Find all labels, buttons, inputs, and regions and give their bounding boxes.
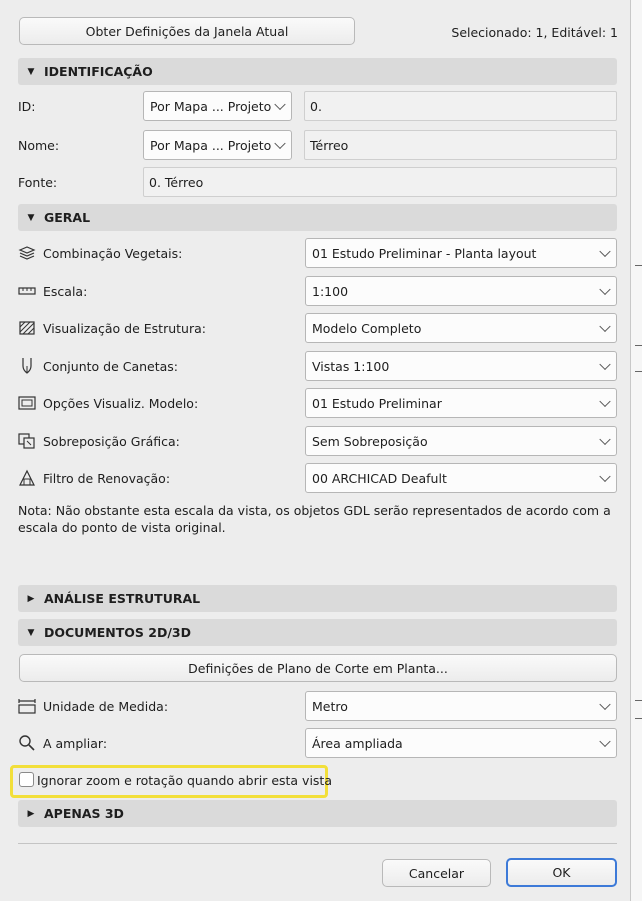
layer-combination-icon — [17, 243, 37, 263]
graphic-override-icon — [17, 431, 37, 451]
name-field[interactable]: Térreo — [304, 130, 617, 160]
magnifier-icon — [17, 733, 37, 753]
source-value: 0. Térreo — [149, 174, 204, 190]
name-value: Térreo — [310, 137, 349, 153]
source-label: Fonte: — [18, 175, 58, 190]
structure-display-label: Visualização de Estrutura: — [43, 321, 206, 336]
section-apenas-3d[interactable]: ▶ APENAS 3D — [18, 800, 617, 827]
graphic-override-select[interactable]: Sem Sobreposição — [305, 426, 617, 456]
renovation-filter-select[interactable]: 00 ARCHICAD Deafult — [305, 463, 617, 493]
model-view-options-select[interactable]: 01 Estudo Preliminar — [305, 388, 617, 418]
id-label: ID: — [18, 99, 36, 114]
chevron-down-icon — [599, 433, 611, 446]
name-mode-value: Por Mapa ... Projeto — [150, 137, 272, 153]
scale-select[interactable]: 1:100 — [305, 276, 617, 306]
renovation-filter-icon — [17, 468, 37, 488]
collapsed-triangle-icon: ▶ — [27, 593, 35, 604]
chevron-down-icon — [599, 283, 611, 296]
pen-set-label: Conjunto de Canetas: — [43, 359, 179, 374]
chevron-down-icon — [274, 137, 286, 150]
renovation-filter-value: 00 ARCHICAD Deafult — [312, 470, 447, 486]
section-title: IDENTIFICAÇÃO — [44, 64, 153, 79]
expanded-triangle-icon: ▼ — [27, 627, 35, 638]
chevron-down-icon — [599, 245, 611, 258]
chevron-down-icon — [274, 98, 286, 111]
layer-combination-value: 01 Estudo Preliminar - Planta layout — [312, 245, 537, 261]
name-mode-select[interactable]: Por Mapa ... Projeto — [143, 130, 292, 160]
cut-plane-settings-button[interactable]: Definições de Plano de Corte em Planta..… — [19, 654, 617, 682]
model-view-options-value: 01 Estudo Preliminar — [312, 395, 442, 411]
pen-set-select[interactable]: Vistas 1:100 — [305, 351, 617, 381]
zoom-value: Área ampliada — [312, 735, 403, 751]
renovation-filter-label: Filtro de Renovação: — [43, 471, 171, 486]
chevron-down-icon — [599, 395, 611, 408]
chevron-down-icon — [599, 735, 611, 748]
graphic-override-label: Sobreposição Gráfica: — [43, 434, 180, 449]
model-view-options-label: Opções Visualiz. Modelo: — [43, 396, 199, 411]
structure-display-value: Modelo Completo — [312, 320, 422, 336]
unit-select[interactable]: Metro — [305, 691, 617, 721]
section-title: APENAS 3D — [44, 806, 124, 821]
name-label: Nome: — [18, 138, 60, 153]
ok-button[interactable]: OK — [506, 858, 617, 887]
pen-set-icon — [17, 356, 37, 376]
id-mode-select[interactable]: Por Mapa ... Projeto — [143, 91, 292, 121]
section-title: ANÁLISE ESTRUTURAL — [44, 591, 201, 606]
chevron-down-icon — [599, 358, 611, 371]
graphic-override-value: Sem Sobreposição — [312, 433, 428, 449]
section-geral[interactable]: ▼ GERAL — [18, 204, 617, 231]
background-window-edge — [630, 0, 642, 901]
id-mode-value: Por Mapa ... Projeto — [150, 98, 272, 114]
id-value: 0. — [310, 98, 322, 114]
cancel-button[interactable]: Cancelar — [382, 859, 491, 887]
id-field[interactable]: 0. — [304, 91, 617, 121]
section-analise-estrutural[interactable]: ▶ ANÁLISE ESTRUTURAL — [18, 585, 617, 612]
section-title: DOCUMENTOS 2D/3D — [44, 625, 191, 640]
section-documentos[interactable]: ▼ DOCUMENTOS 2D/3D — [18, 619, 617, 646]
expanded-triangle-icon: ▼ — [27, 212, 35, 223]
chevron-down-icon — [599, 698, 611, 711]
ignore-zoom-label[interactable]: Ignorar zoom e rotação quando abrir esta… — [37, 773, 332, 788]
model-view-options-icon — [17, 393, 37, 413]
chevron-down-icon — [599, 470, 611, 483]
collapsed-triangle-icon: ▶ — [27, 808, 35, 819]
zoom-label: A ampliar: — [43, 736, 108, 751]
unit-label: Unidade de Medida: — [43, 699, 169, 714]
chevron-down-icon — [599, 320, 611, 333]
selection-status: Selecionado: 1, Editável: 1 — [451, 25, 618, 40]
pen-set-value: Vistas 1:100 — [312, 358, 390, 374]
scale-label: Escala: — [43, 284, 88, 299]
view-settings-dialog: Obter Definições da Janela Atual Selecio… — [0, 0, 630, 901]
scale-value: 1:100 — [312, 283, 349, 299]
scale-ruler-icon — [17, 281, 37, 301]
zoom-select[interactable]: Área ampliada — [305, 728, 617, 758]
unit-value: Metro — [312, 698, 348, 714]
get-current-window-settings-button[interactable]: Obter Definições da Janela Atual — [19, 17, 355, 45]
section-title: GERAL — [44, 210, 91, 225]
structure-display-select[interactable]: Modelo Completo — [305, 313, 617, 343]
scale-note: Nota: Não obstante esta escala da vista,… — [18, 503, 611, 535]
layer-combination-select[interactable]: 01 Estudo Preliminar - Planta layout — [305, 238, 617, 268]
unit-measure-icon — [17, 696, 37, 716]
footer-divider — [18, 843, 617, 844]
section-identificacao[interactable]: ▼ IDENTIFICAÇÃO — [18, 58, 617, 85]
structure-display-icon — [17, 318, 37, 338]
layer-combination-label: Combinação Vegetais: — [43, 246, 183, 261]
expanded-triangle-icon: ▼ — [27, 66, 35, 77]
ignore-zoom-checkbox[interactable] — [19, 772, 34, 787]
source-field: 0. Térreo — [143, 167, 617, 197]
